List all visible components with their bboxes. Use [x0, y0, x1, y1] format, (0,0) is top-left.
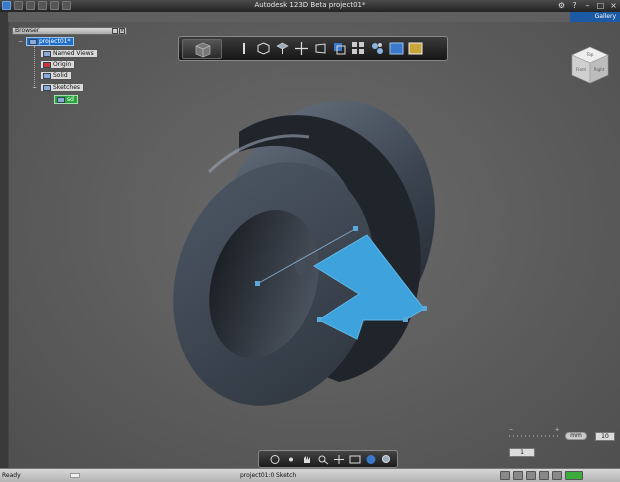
orbit-icon[interactable]	[269, 454, 281, 465]
main-menu-button[interactable]	[182, 39, 222, 59]
material-icon[interactable]	[408, 41, 423, 56]
sketch-icon	[57, 97, 65, 103]
viewcube-right-label: Right	[594, 67, 605, 72]
tree-item-origin[interactable]: Origin	[40, 60, 76, 69]
extrude-icon[interactable]	[275, 41, 290, 56]
collapse-icon[interactable]: −	[18, 38, 23, 45]
move-icon[interactable]	[294, 41, 309, 56]
zoom-icon[interactable]	[317, 454, 329, 465]
maximize-icon[interactable]: □	[596, 1, 605, 10]
folder-icon	[43, 51, 51, 57]
status-mode: Sketch	[276, 472, 297, 479]
status-bar: Ready project01:0 Sketch	[0, 468, 620, 482]
svg-text:+: +	[555, 427, 559, 433]
progress-indicator	[70, 473, 80, 478]
network-status-icon[interactable]	[565, 471, 583, 480]
sketch-point[interactable]	[353, 226, 358, 231]
3d-viewport[interactable]	[8, 22, 620, 468]
minimize-icon[interactable]: –	[583, 1, 592, 10]
cube-icon	[195, 42, 211, 58]
tree-item-named-views[interactable]: Named Views	[40, 49, 98, 58]
gallery-button[interactable]: Gallery	[570, 12, 620, 22]
title-bar: Autodesk 123D Beta project01* ⚙ ? – □ ×	[0, 0, 620, 12]
sketch-point[interactable]	[255, 281, 260, 286]
viewcube[interactable]: Top Front Right	[568, 43, 612, 87]
status-icon-3[interactable]	[526, 471, 536, 480]
pan-hand-icon[interactable]	[301, 454, 313, 465]
browser-panel-header[interactable]: Browser ×	[12, 27, 127, 35]
snap-step-field[interactable]: 1	[509, 448, 535, 457]
sketch-pencil-icon[interactable]	[237, 41, 252, 56]
sketch-point[interactable]	[317, 317, 322, 322]
look-at-icon[interactable]	[285, 454, 297, 465]
close-icon[interactable]: ×	[609, 1, 618, 10]
status-icon-5[interactable]	[552, 471, 562, 480]
group-icon[interactable]	[370, 41, 385, 56]
tree-item-sketch-sd[interactable]: sd	[54, 95, 78, 104]
solid-icon	[43, 73, 51, 79]
sketch-point[interactable]	[422, 306, 427, 311]
account-icon[interactable]: ⚙	[557, 1, 566, 10]
tree-item-solid[interactable]: Solid	[40, 71, 72, 80]
viewcube-front-label: Front	[576, 67, 587, 72]
origin-icon	[43, 62, 51, 68]
panel-close-icon[interactable]: ×	[119, 28, 125, 34]
display-mode-icon[interactable]	[349, 454, 361, 465]
visual-style-icon[interactable]	[365, 454, 377, 465]
project-icon	[29, 39, 37, 45]
panel-pin-icon[interactable]	[112, 28, 118, 34]
tree-root-project[interactable]: project01*	[26, 37, 75, 46]
sketch-point[interactable]	[403, 317, 408, 322]
combine-icon[interactable]	[332, 41, 347, 56]
grid-size-field[interactable]: 10	[595, 432, 615, 441]
model-canvas[interactable]	[9, 22, 620, 468]
status-icon-2[interactable]	[513, 471, 523, 480]
viewcube-top-label: Top	[586, 52, 594, 57]
folder-icon	[43, 85, 51, 91]
svg-text:−: −	[509, 427, 513, 433]
fit-view-icon[interactable]	[333, 454, 345, 465]
collapse-icon[interactable]: −	[32, 84, 37, 91]
help-icon[interactable]: ?	[570, 1, 579, 10]
modify-icon[interactable]	[313, 41, 328, 56]
status-icon-4[interactable]	[539, 471, 549, 480]
status-icon-1[interactable]	[500, 471, 510, 480]
browser-title: Browser	[15, 27, 40, 34]
box-primitive-icon[interactable]	[256, 41, 271, 56]
grid-toggle-icon[interactable]	[381, 454, 393, 465]
navigation-bar	[258, 450, 398, 468]
pattern-icon[interactable]	[351, 41, 366, 56]
grid-ruler[interactable]: − +	[507, 426, 563, 446]
left-edge-strip	[0, 12, 8, 468]
status-ready: Ready	[2, 472, 21, 479]
main-toolbar	[178, 36, 448, 61]
status-project: project01:0	[240, 472, 275, 479]
window-title: Autodesk 123D Beta project01*	[254, 1, 366, 9]
unit-selector[interactable]: mm	[565, 432, 587, 440]
measure-icon[interactable]	[389, 41, 404, 56]
grid-snap-widget: − + mm 10 1	[505, 426, 617, 460]
tree-item-sketches[interactable]: Sketches	[40, 83, 85, 92]
